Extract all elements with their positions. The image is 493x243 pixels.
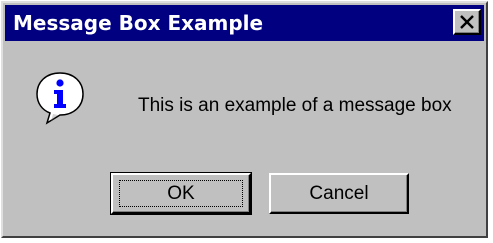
ok-button[interactable]: OK <box>110 172 252 215</box>
cancel-button[interactable]: Cancel <box>269 173 409 214</box>
close-button[interactable] <box>453 9 481 35</box>
title-bar[interactable]: Message Box Example <box>5 5 484 41</box>
close-x-icon <box>460 15 474 29</box>
window-title: Message Box Example <box>13 11 264 35</box>
ok-button-label: OK <box>167 183 195 204</box>
information-icon <box>36 72 84 125</box>
message-box-window: Message Box Example This is an example o… <box>1 1 488 238</box>
message-text: This is an example of a message box <box>138 95 452 116</box>
cancel-button-label: Cancel <box>309 183 369 204</box>
